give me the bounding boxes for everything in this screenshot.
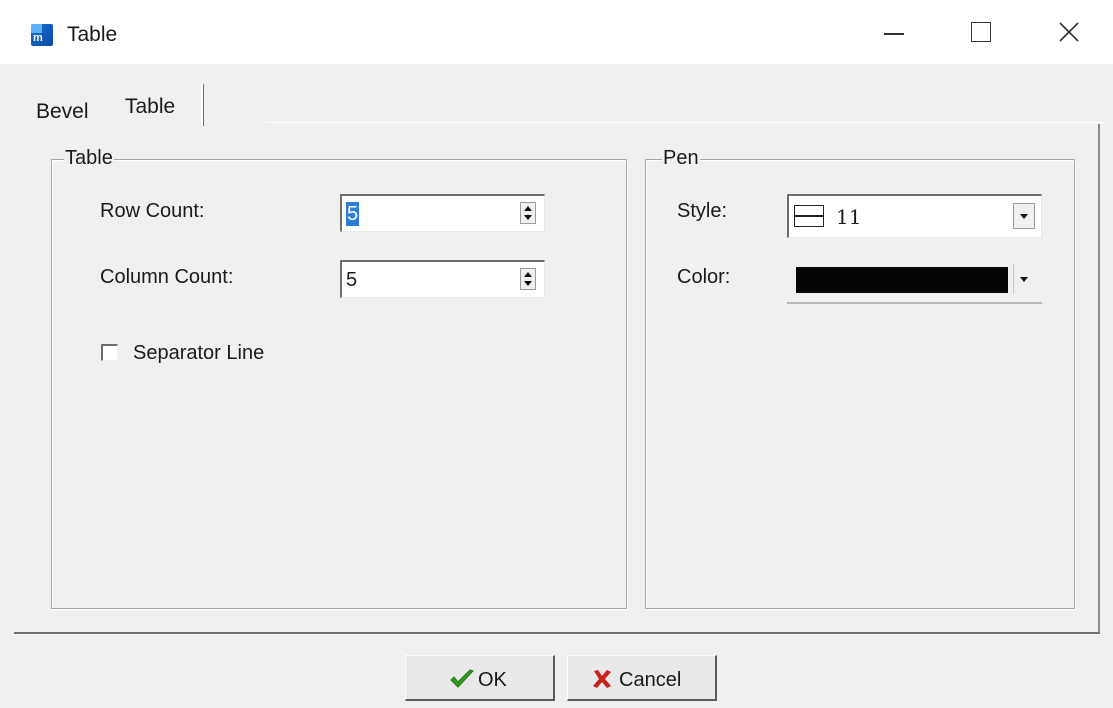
separator-line-label[interactable]: Separator Line [133, 341, 264, 365]
close-icon [1059, 22, 1079, 42]
tab-bevel[interactable]: Bevel [36, 100, 89, 124]
window-title: Table [67, 23, 118, 46]
pen-color-swatch[interactable] [796, 267, 1008, 293]
line-style-icon [794, 205, 824, 227]
row-count-value[interactable]: 5 [346, 202, 360, 226]
pen-color-dropdown[interactable] [787, 258, 1042, 304]
tab-page-top-edge [265, 122, 1105, 123]
column-count-label: Column Count: [100, 266, 234, 288]
row-count-spin-buttons[interactable] [520, 202, 536, 224]
color-label: Color: [677, 266, 731, 288]
separator-line-checkbox[interactable] [101, 344, 118, 361]
table-group-title: Table [64, 147, 114, 169]
spin-up-icon[interactable] [524, 206, 532, 211]
column-count-value[interactable]: 5 [346, 268, 357, 292]
pen-style-dropdown-button[interactable] [1013, 203, 1035, 229]
column-count-spin-buttons[interactable] [520, 268, 536, 290]
cancel-button[interactable]: Cancel [567, 655, 717, 701]
pen-style-dropdown[interactable]: 11 [787, 194, 1042, 238]
checkmark-icon [450, 669, 474, 688]
title-bar: m Table [0, 0, 1113, 64]
cancel-button-label: Cancel [619, 669, 682, 691]
app-icon: m [31, 24, 53, 46]
cancel-x-icon [593, 670, 611, 688]
style-label: Style: [677, 200, 728, 222]
spin-down-icon[interactable] [524, 215, 532, 220]
chevron-down-icon [1020, 277, 1028, 282]
tab-divider [201, 84, 204, 126]
spin-up-icon[interactable] [524, 272, 532, 277]
chevron-down-icon [1020, 214, 1028, 219]
pen-style-value: 11 [836, 205, 862, 229]
tab-page-right-edge [1098, 124, 1100, 634]
pen-color-dropdown-button[interactable] [1013, 264, 1035, 294]
minimize-icon [884, 33, 904, 35]
tab-table[interactable]: Table [125, 95, 175, 119]
maximize-button[interactable] [955, 10, 1007, 54]
pen-group-title: Pen [662, 147, 700, 169]
maximize-icon [971, 22, 991, 42]
column-count-spinner[interactable]: 5 [340, 260, 545, 298]
ok-button-label: OK [478, 669, 507, 691]
row-count-spinner[interactable]: 5 [340, 194, 545, 232]
minimize-button[interactable] [867, 10, 919, 54]
tab-page-bottom-edge [14, 632, 1100, 635]
ok-button[interactable]: OK [405, 655, 555, 701]
row-count-label: Row Count: [100, 200, 205, 222]
spin-down-icon[interactable] [524, 281, 532, 286]
table-dialog: m Table Bevel Table Table Row Count: 5 C… [0, 0, 1113, 708]
close-button[interactable] [1043, 10, 1095, 54]
